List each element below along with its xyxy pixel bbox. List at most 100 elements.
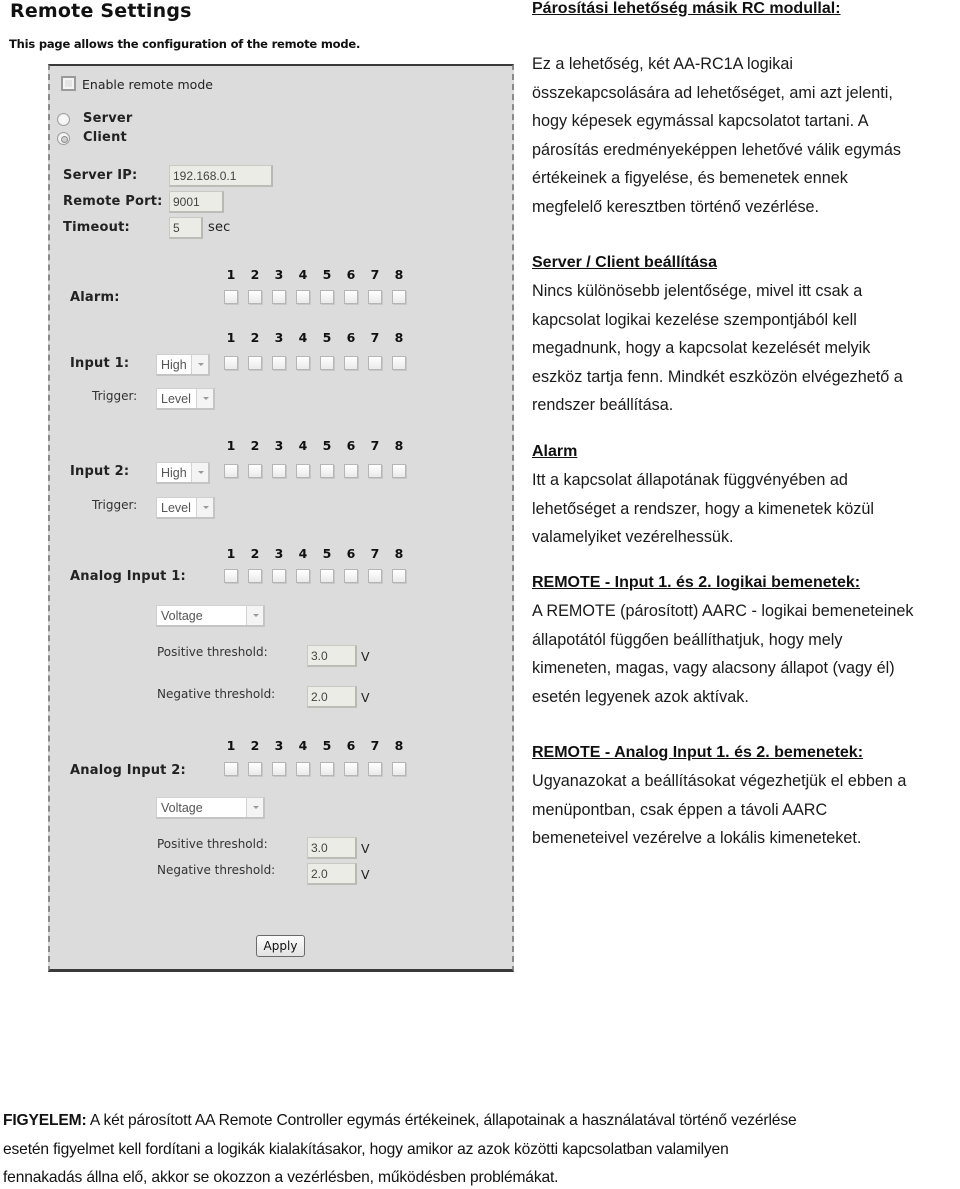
analog2-output-3-checkbox[interactable] xyxy=(272,762,286,776)
channel-number: 4 xyxy=(298,546,308,561)
analog1-output-6-checkbox[interactable] xyxy=(344,569,358,583)
section-heading: Server / Client beállítása xyxy=(532,254,717,271)
input1-trigger-value: Level xyxy=(161,392,191,406)
channel-number: 8 xyxy=(394,738,404,753)
server-radio-label: Server xyxy=(83,111,133,126)
analog1-output-4-checkbox[interactable] xyxy=(296,569,310,583)
analog1-positive-unit: V xyxy=(361,649,370,664)
alarm-output-1-checkbox[interactable] xyxy=(224,290,238,304)
channel-number: 7 xyxy=(370,738,380,753)
timeout-label: Timeout: xyxy=(63,220,130,235)
input2-output-8-checkbox[interactable] xyxy=(392,464,406,478)
input1-output-6-checkbox[interactable] xyxy=(344,356,358,370)
input1-output-3-checkbox[interactable] xyxy=(272,356,286,370)
channel-number: 3 xyxy=(274,330,284,345)
analog1-type-select[interactable]: Voltage xyxy=(156,605,265,627)
input2-output-5-checkbox[interactable] xyxy=(320,464,334,478)
enable-remote-mode-checkbox[interactable] xyxy=(61,76,76,91)
chevron-down-icon xyxy=(196,389,213,408)
paragraph-line: Nincs különösebb jelentősége, mivel itt … xyxy=(532,282,863,300)
input2-output-7-checkbox[interactable] xyxy=(368,464,382,478)
chevron-down-icon xyxy=(246,798,263,817)
input1-output-5-checkbox[interactable] xyxy=(320,356,334,370)
section-heading: Alarm xyxy=(532,443,578,460)
input1-trigger-select[interactable]: Level xyxy=(156,388,215,410)
analog1-output-8-checkbox[interactable] xyxy=(392,569,406,583)
paragraph-line: valamelyiket vezérelhessük. xyxy=(532,528,734,546)
analog1-output-2-checkbox[interactable] xyxy=(248,569,262,583)
input2-output-3-checkbox[interactable] xyxy=(272,464,286,478)
input2-level-value: High xyxy=(161,466,187,480)
warning-line: esetén figyelmet kell fordítani a logiká… xyxy=(3,1140,729,1158)
paragraph-line: állapotától függően beállíthatjuk, hogy … xyxy=(532,630,843,649)
channel-number: 6 xyxy=(346,738,356,753)
analog1-output-7-checkbox[interactable] xyxy=(368,569,382,583)
alarm-output-3-checkbox[interactable] xyxy=(272,290,286,304)
input2-output-6-checkbox[interactable] xyxy=(344,464,358,478)
alarm-output-6-checkbox[interactable] xyxy=(344,290,358,304)
input2-output-1-checkbox[interactable] xyxy=(224,464,238,478)
alarm-output-5-checkbox[interactable] xyxy=(320,290,334,304)
alarm-output-4-checkbox[interactable] xyxy=(296,290,310,304)
input2-output-4-checkbox[interactable] xyxy=(296,464,310,478)
paragraph-line: értékeinek a figyelése, és bemenetek enn… xyxy=(532,169,848,187)
analog1-negative-threshold-input[interactable]: 2.0 xyxy=(307,686,357,708)
input1-output-8-checkbox[interactable] xyxy=(392,356,406,370)
enable-remote-mode-label: Enable remote mode xyxy=(82,77,213,92)
analog2-negative-threshold-input[interactable]: 2.0 xyxy=(307,863,357,885)
analog2-type-value: Voltage xyxy=(161,801,203,815)
analog2-positive-threshold-input[interactable]: 3.0 xyxy=(307,837,357,859)
analog2-output-6-checkbox[interactable] xyxy=(344,762,358,776)
input2-trigger-select[interactable]: Level xyxy=(156,497,215,519)
channel-number: 5 xyxy=(322,738,332,753)
remote-port-input[interactable]: 9001 xyxy=(169,191,224,213)
analog1-output-1-checkbox[interactable] xyxy=(224,569,238,583)
paragraph-line: párosítás eredményeképpen lehetővé válik… xyxy=(532,140,901,159)
analog2-type-select[interactable]: Voltage xyxy=(156,797,265,819)
input2-level-select[interactable]: High xyxy=(156,462,210,484)
input1-output-2-checkbox[interactable] xyxy=(248,356,262,370)
input1-level-select[interactable]: High xyxy=(156,354,210,376)
client-radio[interactable] xyxy=(57,132,70,145)
analog2-output-1-checkbox[interactable] xyxy=(224,762,238,776)
input1-output-1-checkbox[interactable] xyxy=(224,356,238,370)
input2-trigger-label: Trigger: xyxy=(92,498,138,512)
analog1-negative-unit: V xyxy=(361,690,370,705)
channel-number: 6 xyxy=(346,330,356,345)
analog1-positive-threshold-label: Positive threshold: xyxy=(157,645,268,659)
analog2-output-4-checkbox[interactable] xyxy=(296,762,310,776)
analog2-output-5-checkbox[interactable] xyxy=(320,762,334,776)
apply-button[interactable]: Apply xyxy=(256,935,305,957)
chevron-down-icon xyxy=(191,463,208,482)
analog1-positive-threshold-input[interactable]: 3.0 xyxy=(307,645,357,667)
analog2-output-2-checkbox[interactable] xyxy=(248,762,262,776)
page-title: Remote Settings xyxy=(10,0,192,22)
analog1-output-5-checkbox[interactable] xyxy=(320,569,334,583)
input2-output-2-checkbox[interactable] xyxy=(248,464,262,478)
client-radio-label: Client xyxy=(83,130,127,145)
channel-number: 7 xyxy=(370,438,380,453)
channel-number: 2 xyxy=(250,546,260,561)
paragraph-line: Ez a lehetőség, két AA-RC1A logikai xyxy=(532,55,793,73)
analog1-type-value: Voltage xyxy=(161,609,203,623)
analog2-negative-threshold-label: Negative threshold: xyxy=(157,863,276,877)
section-paragraph: Ugyanazokat a beállításokat végezhetjük … xyxy=(532,767,960,853)
input1-output-4-checkbox[interactable] xyxy=(296,356,310,370)
alarm-output-7-checkbox[interactable] xyxy=(368,290,382,304)
analog2-output-7-checkbox[interactable] xyxy=(368,762,382,776)
chevron-down-icon xyxy=(246,606,263,625)
server-radio[interactable] xyxy=(57,113,70,126)
paragraph-line: menüpontban, csak éppen a távoli AARC xyxy=(532,800,828,819)
timeout-input[interactable]: 5 xyxy=(169,217,203,239)
analog2-output-8-checkbox[interactable] xyxy=(392,762,406,776)
input1-output-7-checkbox[interactable] xyxy=(368,356,382,370)
analog1-output-3-checkbox[interactable] xyxy=(272,569,286,583)
paragraph-line: hogy képesek egymással kapcsolatot tarta… xyxy=(532,112,869,130)
timeout-unit: sec xyxy=(208,220,231,235)
section-heading: REMOTE - Analog Input 1. és 2. bemenetek… xyxy=(532,744,864,761)
analog2-positive-unit: V xyxy=(361,841,370,856)
chevron-down-icon xyxy=(191,355,208,374)
alarm-output-8-checkbox[interactable] xyxy=(392,290,406,304)
server-ip-input[interactable]: 192.168.0.1 xyxy=(169,165,273,187)
alarm-output-2-checkbox[interactable] xyxy=(248,290,262,304)
